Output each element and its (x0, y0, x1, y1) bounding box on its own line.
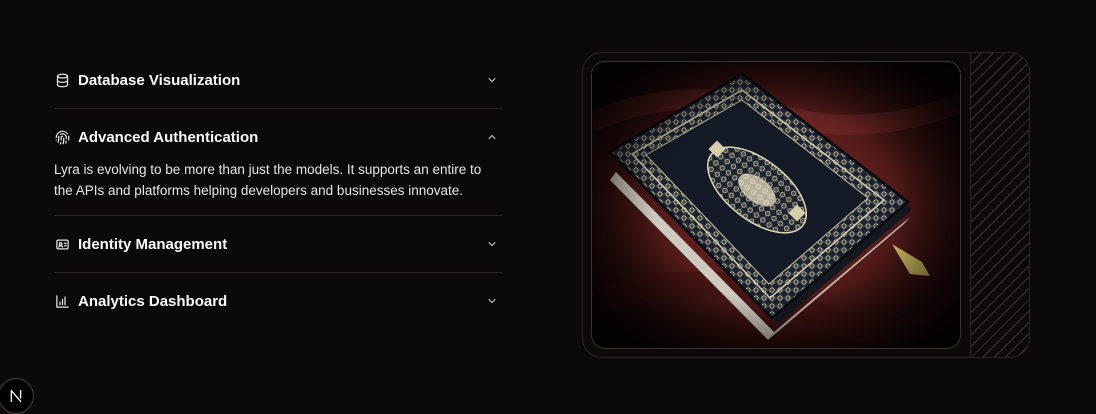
media-frame (582, 52, 1030, 358)
fingerprint-icon (54, 129, 70, 145)
hatched-panel (970, 53, 1029, 357)
accordion-item-database-visualization: Database Visualization (54, 52, 502, 109)
nextjs-badge[interactable] (0, 378, 34, 414)
chevron-down-icon (484, 293, 500, 309)
chevron-up-icon (484, 129, 500, 145)
accordion-title: Analytics Dashboard (78, 292, 228, 310)
accordion-item-identity-management: Identity Management (54, 216, 502, 273)
accordion-title: Advanced Authentication (78, 128, 259, 146)
accordion-content: Lyra is evolving to be more than just th… (54, 162, 482, 198)
chevron-down-icon (484, 236, 500, 252)
feature-accordion: Database Visualization Advanced Authenti… (54, 52, 502, 329)
accordion-trigger-analytics-dashboard[interactable]: Analytics Dashboard (54, 273, 502, 329)
quran-book-image (591, 61, 961, 349)
accordion-item-advanced-authentication: Advanced Authentication Lyra is evolving… (54, 109, 502, 216)
accordion-trigger-database-visualization[interactable]: Database Visualization (54, 52, 502, 108)
database-icon (54, 72, 70, 88)
bar-chart-icon (54, 293, 70, 309)
accordion-title: Identity Management (78, 235, 228, 253)
id-card-icon (54, 236, 70, 252)
accordion-item-analytics-dashboard: Analytics Dashboard (54, 273, 502, 329)
accordion-title: Database Visualization (78, 71, 241, 89)
accordion-trigger-identity-management[interactable]: Identity Management (54, 216, 502, 272)
accordion-trigger-advanced-authentication[interactable]: Advanced Authentication (54, 109, 502, 165)
book-illustration (592, 62, 960, 348)
chevron-down-icon (484, 72, 500, 88)
